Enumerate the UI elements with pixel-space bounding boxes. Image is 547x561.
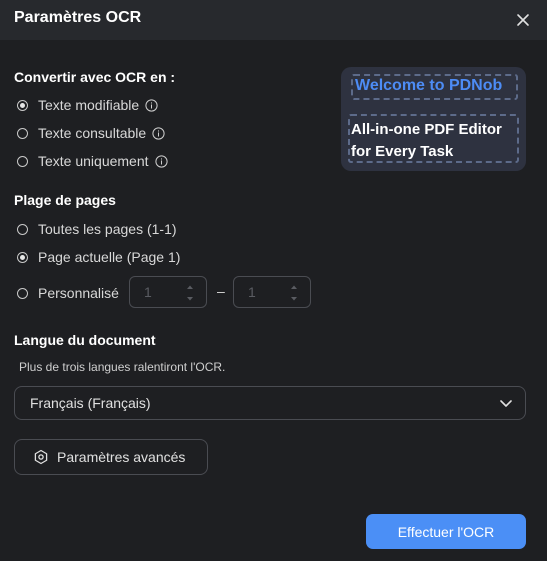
advanced-settings-button[interactable]: Paramètres avancés	[14, 439, 208, 475]
radio-label: Texte uniquement	[38, 153, 149, 169]
settings-hexagon-icon	[34, 449, 48, 465]
language-select[interactable]: Français (Français)	[14, 386, 526, 420]
ocr-settings-dialog: Paramètres OCR Convertir avec OCR en : T…	[0, 0, 547, 561]
close-icon	[517, 14, 529, 26]
run-ocr-button[interactable]: Effectuer l'OCR	[366, 514, 526, 549]
radio-text-only[interactable]: Texte uniquement	[17, 151, 168, 171]
radio-button-selected[interactable]	[17, 251, 28, 263]
radio-button[interactable]	[17, 127, 28, 139]
radio-current-page[interactable]: Page actuelle (Page 1)	[17, 247, 180, 267]
page-to-value: 1	[248, 284, 256, 300]
preview-line-2: All-in-one PDF Editor for Every Task	[351, 121, 502, 160]
page-to-stepper[interactable]: 1	[233, 276, 311, 308]
ocr-preview-card: Welcome to PDNob All-in-one PDF Editor f…	[341, 67, 526, 171]
page-from-value: 1	[144, 284, 152, 300]
language-heading: Langue du document	[14, 332, 156, 348]
advanced-settings-label: Paramètres avancés	[57, 449, 186, 465]
page-range-heading: Plage de pages	[14, 192, 116, 208]
radio-all-pages[interactable]: Toutes les pages (1-1)	[17, 219, 177, 239]
radio-label: Personnalisé	[38, 285, 119, 301]
info-icon[interactable]	[152, 126, 165, 140]
language-hint: Plus de trois langues ralentiront l'OCR.	[19, 360, 226, 374]
language-selected-value: Français (Français)	[30, 395, 151, 411]
info-icon[interactable]	[154, 154, 168, 168]
stepper-arrows-icon[interactable]	[290, 283, 298, 303]
radio-button[interactable]	[17, 223, 28, 235]
title-bar: Paramètres OCR	[0, 0, 547, 40]
range-separator: –	[217, 283, 225, 299]
radio-searchable-text[interactable]: Texte consultable	[17, 123, 165, 143]
radio-custom-range[interactable]: Personnalisé	[17, 283, 119, 303]
radio-editable-text[interactable]: Texte modifiable	[17, 95, 158, 115]
convert-heading: Convertir avec OCR en :	[14, 69, 176, 85]
preview-line-1: Welcome to PDNob	[355, 77, 503, 94]
radio-button-selected[interactable]	[17, 99, 28, 111]
radio-label: Page actuelle (Page 1)	[38, 249, 181, 265]
radio-label: Toutes les pages (1-1)	[38, 221, 177, 237]
dialog-title: Paramètres OCR	[14, 9, 142, 26]
page-from-stepper[interactable]: 1	[129, 276, 207, 308]
close-button[interactable]	[509, 6, 537, 34]
run-ocr-label: Effectuer l'OCR	[397, 523, 495, 540]
chevron-down-icon	[500, 400, 512, 407]
stepper-arrows-icon[interactable]	[186, 283, 194, 303]
radio-button[interactable]	[17, 155, 28, 167]
info-icon[interactable]	[145, 98, 158, 112]
radio-label: Texte modifiable	[38, 97, 140, 113]
radio-label: Texte consultable	[38, 125, 147, 141]
radio-button[interactable]	[17, 287, 28, 299]
